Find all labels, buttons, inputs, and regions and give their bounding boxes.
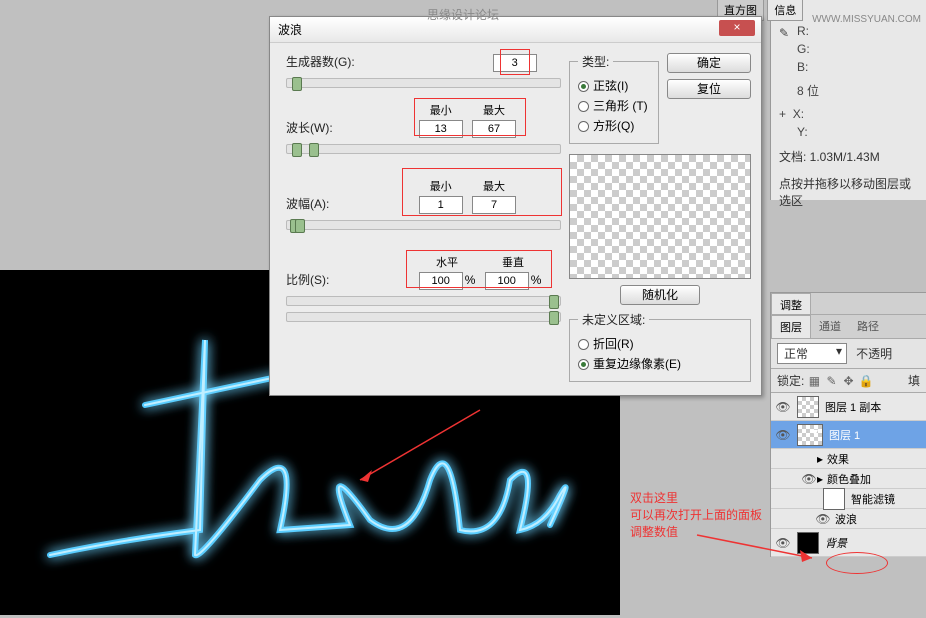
info-hint: 点按并拖移以移动图层或选区	[779, 176, 918, 210]
wrap-radio[interactable]: 折回(R)	[578, 335, 742, 352]
doc-size: 文档: 1.03M/1.43M	[779, 149, 918, 166]
layer-name[interactable]: 图层 1	[829, 427, 922, 443]
type-sine-radio[interactable]: 正弦(I)	[578, 77, 650, 94]
amplitude-slider[interactable]	[286, 220, 561, 230]
paths-tab[interactable]: 路径	[849, 315, 887, 338]
lock-move-icon[interactable]: ✥	[842, 374, 856, 388]
type-triangle-radio[interactable]: 三角形 (T)	[578, 97, 650, 114]
visibility-toggle[interactable]: 👁	[775, 428, 791, 442]
adjust-tab[interactable]: 调整	[771, 293, 811, 314]
layer-name[interactable]: 波浪	[835, 511, 922, 527]
generators-slider[interactable]	[286, 78, 561, 88]
layer-name[interactable]: 图层 1 副本	[825, 399, 922, 415]
watermark-url: WWW.MISSYUAN.COM	[812, 14, 921, 25]
repeat-edge-radio[interactable]: 重复边缘像素(E)	[578, 355, 742, 372]
visibility-toggle[interactable]: 👁	[775, 400, 791, 414]
layer-row[interactable]: 👁 图层 1 副本	[771, 393, 926, 421]
layer-thumbnail[interactable]	[797, 532, 819, 554]
layer-thumbnail[interactable]	[797, 424, 823, 446]
layer-row[interactable]: 👁▸ 颜色叠加	[771, 469, 926, 489]
layers-tab[interactable]: 图层	[771, 315, 811, 338]
panel-group: 调整 图层 通道 路径 正常 不透明 锁定: ▦ ✎ ✥ 🔒 填 👁图层 1 副…	[770, 292, 926, 557]
opacity-label: 不透明	[856, 347, 892, 361]
wave-dialog: 波浪 × 生成器数(G): 3 波长(W): 最小13 最大67 波幅(A):	[269, 16, 762, 396]
effect-icon: ▸	[817, 472, 823, 486]
dialog-title: 波浪 ×	[270, 17, 761, 43]
randomize-button[interactable]: 随机化	[620, 285, 700, 305]
ok-button[interactable]: 确定	[667, 53, 751, 73]
generators-label: 生成器数(G):	[286, 53, 356, 70]
layer-name[interactable]: 背景	[825, 535, 922, 551]
reset-button[interactable]: 复位	[667, 79, 751, 99]
watermark-text: 思缘设计论坛	[427, 6, 499, 23]
eyedropper-icon: ✎	[779, 26, 791, 38]
layer-name[interactable]: 颜色叠加	[827, 471, 922, 487]
type-legend: 类型:	[578, 53, 613, 70]
layer-list: 👁图层 1 副本👁图层 1▸ 效果👁▸ 颜色叠加智能滤镜👁波浪👁背景	[771, 393, 926, 557]
annotation-ellipse	[826, 552, 888, 574]
lock-all-icon[interactable]: 🔒	[859, 374, 873, 388]
layer-name[interactable]: 效果	[827, 451, 922, 467]
layer-thumbnail[interactable]	[797, 396, 819, 418]
layer-name[interactable]: 智能滤镜	[851, 491, 922, 507]
effect-icon: ▸	[817, 452, 823, 466]
amplitude-label: 波幅(A):	[286, 195, 356, 212]
scale-label: 比例(S):	[286, 271, 356, 288]
lock-label: 锁定:	[777, 374, 804, 388]
type-group: 类型: 正弦(I) 三角形 (T) 方形(Q)	[569, 53, 659, 144]
visibility-toggle[interactable]: 👁	[801, 472, 817, 486]
layer-row[interactable]: 👁 波浪	[771, 509, 926, 529]
scale-h-slider[interactable]	[286, 296, 561, 306]
crosshair-icon: +	[779, 107, 786, 121]
wavelength-slider[interactable]	[286, 144, 561, 154]
close-button[interactable]: ×	[719, 20, 755, 36]
visibility-toggle[interactable]: 👁	[815, 512, 831, 526]
wave-preview	[569, 154, 751, 279]
red-highlight	[500, 49, 530, 75]
red-highlight	[414, 98, 526, 136]
layer-row[interactable]: 智能滤镜	[771, 489, 926, 509]
layer-thumbnail[interactable]	[823, 488, 845, 510]
visibility-toggle[interactable]: 👁	[775, 536, 791, 550]
channels-tab[interactable]: 通道	[811, 315, 849, 338]
red-highlight	[406, 250, 552, 288]
blend-mode-select[interactable]: 正常	[777, 343, 847, 364]
type-square-radio[interactable]: 方形(Q)	[578, 117, 650, 134]
layer-row[interactable]: 👁 图层 1	[771, 421, 926, 449]
scale-v-slider[interactable]	[286, 312, 561, 322]
annotation: 双击这里可以再次打开上面的面板调整数值	[630, 490, 762, 540]
lock-transparent-icon[interactable]: ▦	[807, 374, 821, 388]
wavelength-label: 波长(W):	[286, 119, 356, 136]
red-highlight	[402, 168, 562, 216]
undefined-legend: 未定义区域:	[578, 311, 649, 328]
lock-brush-icon[interactable]: ✎	[824, 374, 838, 388]
info-tab[interactable]: 信息	[767, 0, 803, 21]
undefined-area-group: 未定义区域: 折回(R) 重复边缘像素(E)	[569, 311, 751, 382]
info-panel: 直方图 信息 ✎R: G: B: 8 位 + X: Y: 文档: 1.03M/1…	[770, 0, 926, 200]
layer-row[interactable]: ▸ 效果	[771, 449, 926, 469]
